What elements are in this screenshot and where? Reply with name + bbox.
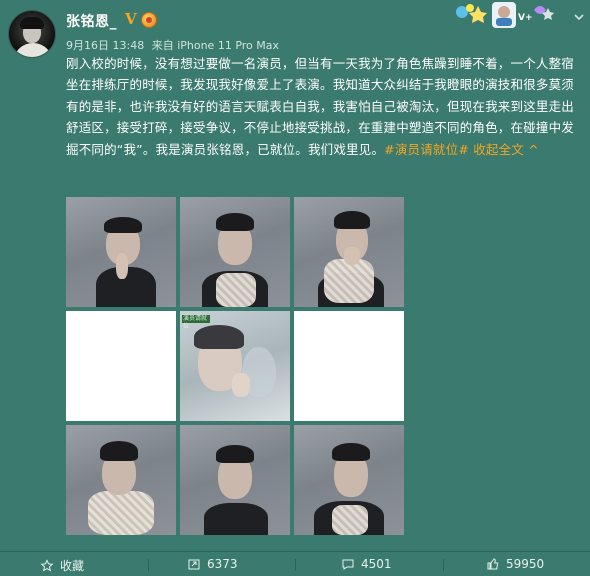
repost-count: 6373	[207, 557, 238, 571]
photo-tile-1[interactable]	[66, 197, 176, 307]
svg-text:V+: V+	[518, 13, 533, 23]
post-source: 来自 iPhone 11 Pro Max	[151, 39, 280, 52]
decor-banner: V+	[456, 2, 554, 28]
photo-tile-5[interactable]: 演员请就位	[180, 311, 290, 421]
favorite-label: 收藏	[60, 559, 85, 573]
weibo-post-card: 张铭恩_ V 9月16日 13:48 来自 iPhone 11 Pro Max …	[0, 0, 590, 576]
favorite-button[interactable]: 收藏	[40, 557, 84, 574]
comment-icon	[342, 559, 354, 570]
like-count: 59950	[506, 557, 545, 571]
photo-tile-4[interactable]	[66, 311, 176, 421]
comment-count: 4501	[361, 557, 392, 571]
repost-button[interactable]: 6373	[187, 557, 238, 571]
tile-tag: 演员请就位	[182, 315, 210, 330]
post-date[interactable]: 9月16日 13:48	[66, 39, 144, 52]
photo-tile-3[interactable]	[294, 197, 404, 307]
post-text: 刚入校的时候，没有想过要做一名演员，但当有一天我为了角色焦躁到睡不着，一个人整宿…	[66, 53, 578, 160]
photo-tile-7[interactable]	[66, 425, 176, 535]
photo-tile-6[interactable]	[294, 311, 404, 421]
collapse-button[interactable]: 收起全文 ^	[473, 142, 539, 157]
repost-icon	[188, 559, 200, 570]
chevron-down-icon[interactable]	[572, 10, 586, 24]
image-grid: 演员请就位	[66, 197, 406, 537]
hashtag-link[interactable]: #演员请就位#	[384, 142, 469, 157]
verified-icon: V	[125, 10, 137, 28]
photo-tile-8[interactable]	[180, 425, 290, 535]
photo-tile-9[interactable]	[294, 425, 404, 535]
photo-tile-2[interactable]	[180, 197, 290, 307]
post-meta: 9月16日 13:48 来自 iPhone 11 Pro Max	[66, 37, 283, 53]
avatar[interactable]	[8, 10, 56, 58]
action-bar: 收藏 6373 4501 59950	[0, 551, 590, 576]
comment-button[interactable]: 4501	[341, 557, 392, 571]
star-icon	[40, 558, 54, 571]
collapse-arrow-icon: ^	[528, 141, 539, 157]
medal-icon	[141, 12, 157, 28]
username[interactable]: 张铭恩_	[66, 11, 117, 31]
like-icon	[487, 558, 499, 570]
like-button[interactable]: 59950	[486, 557, 544, 571]
